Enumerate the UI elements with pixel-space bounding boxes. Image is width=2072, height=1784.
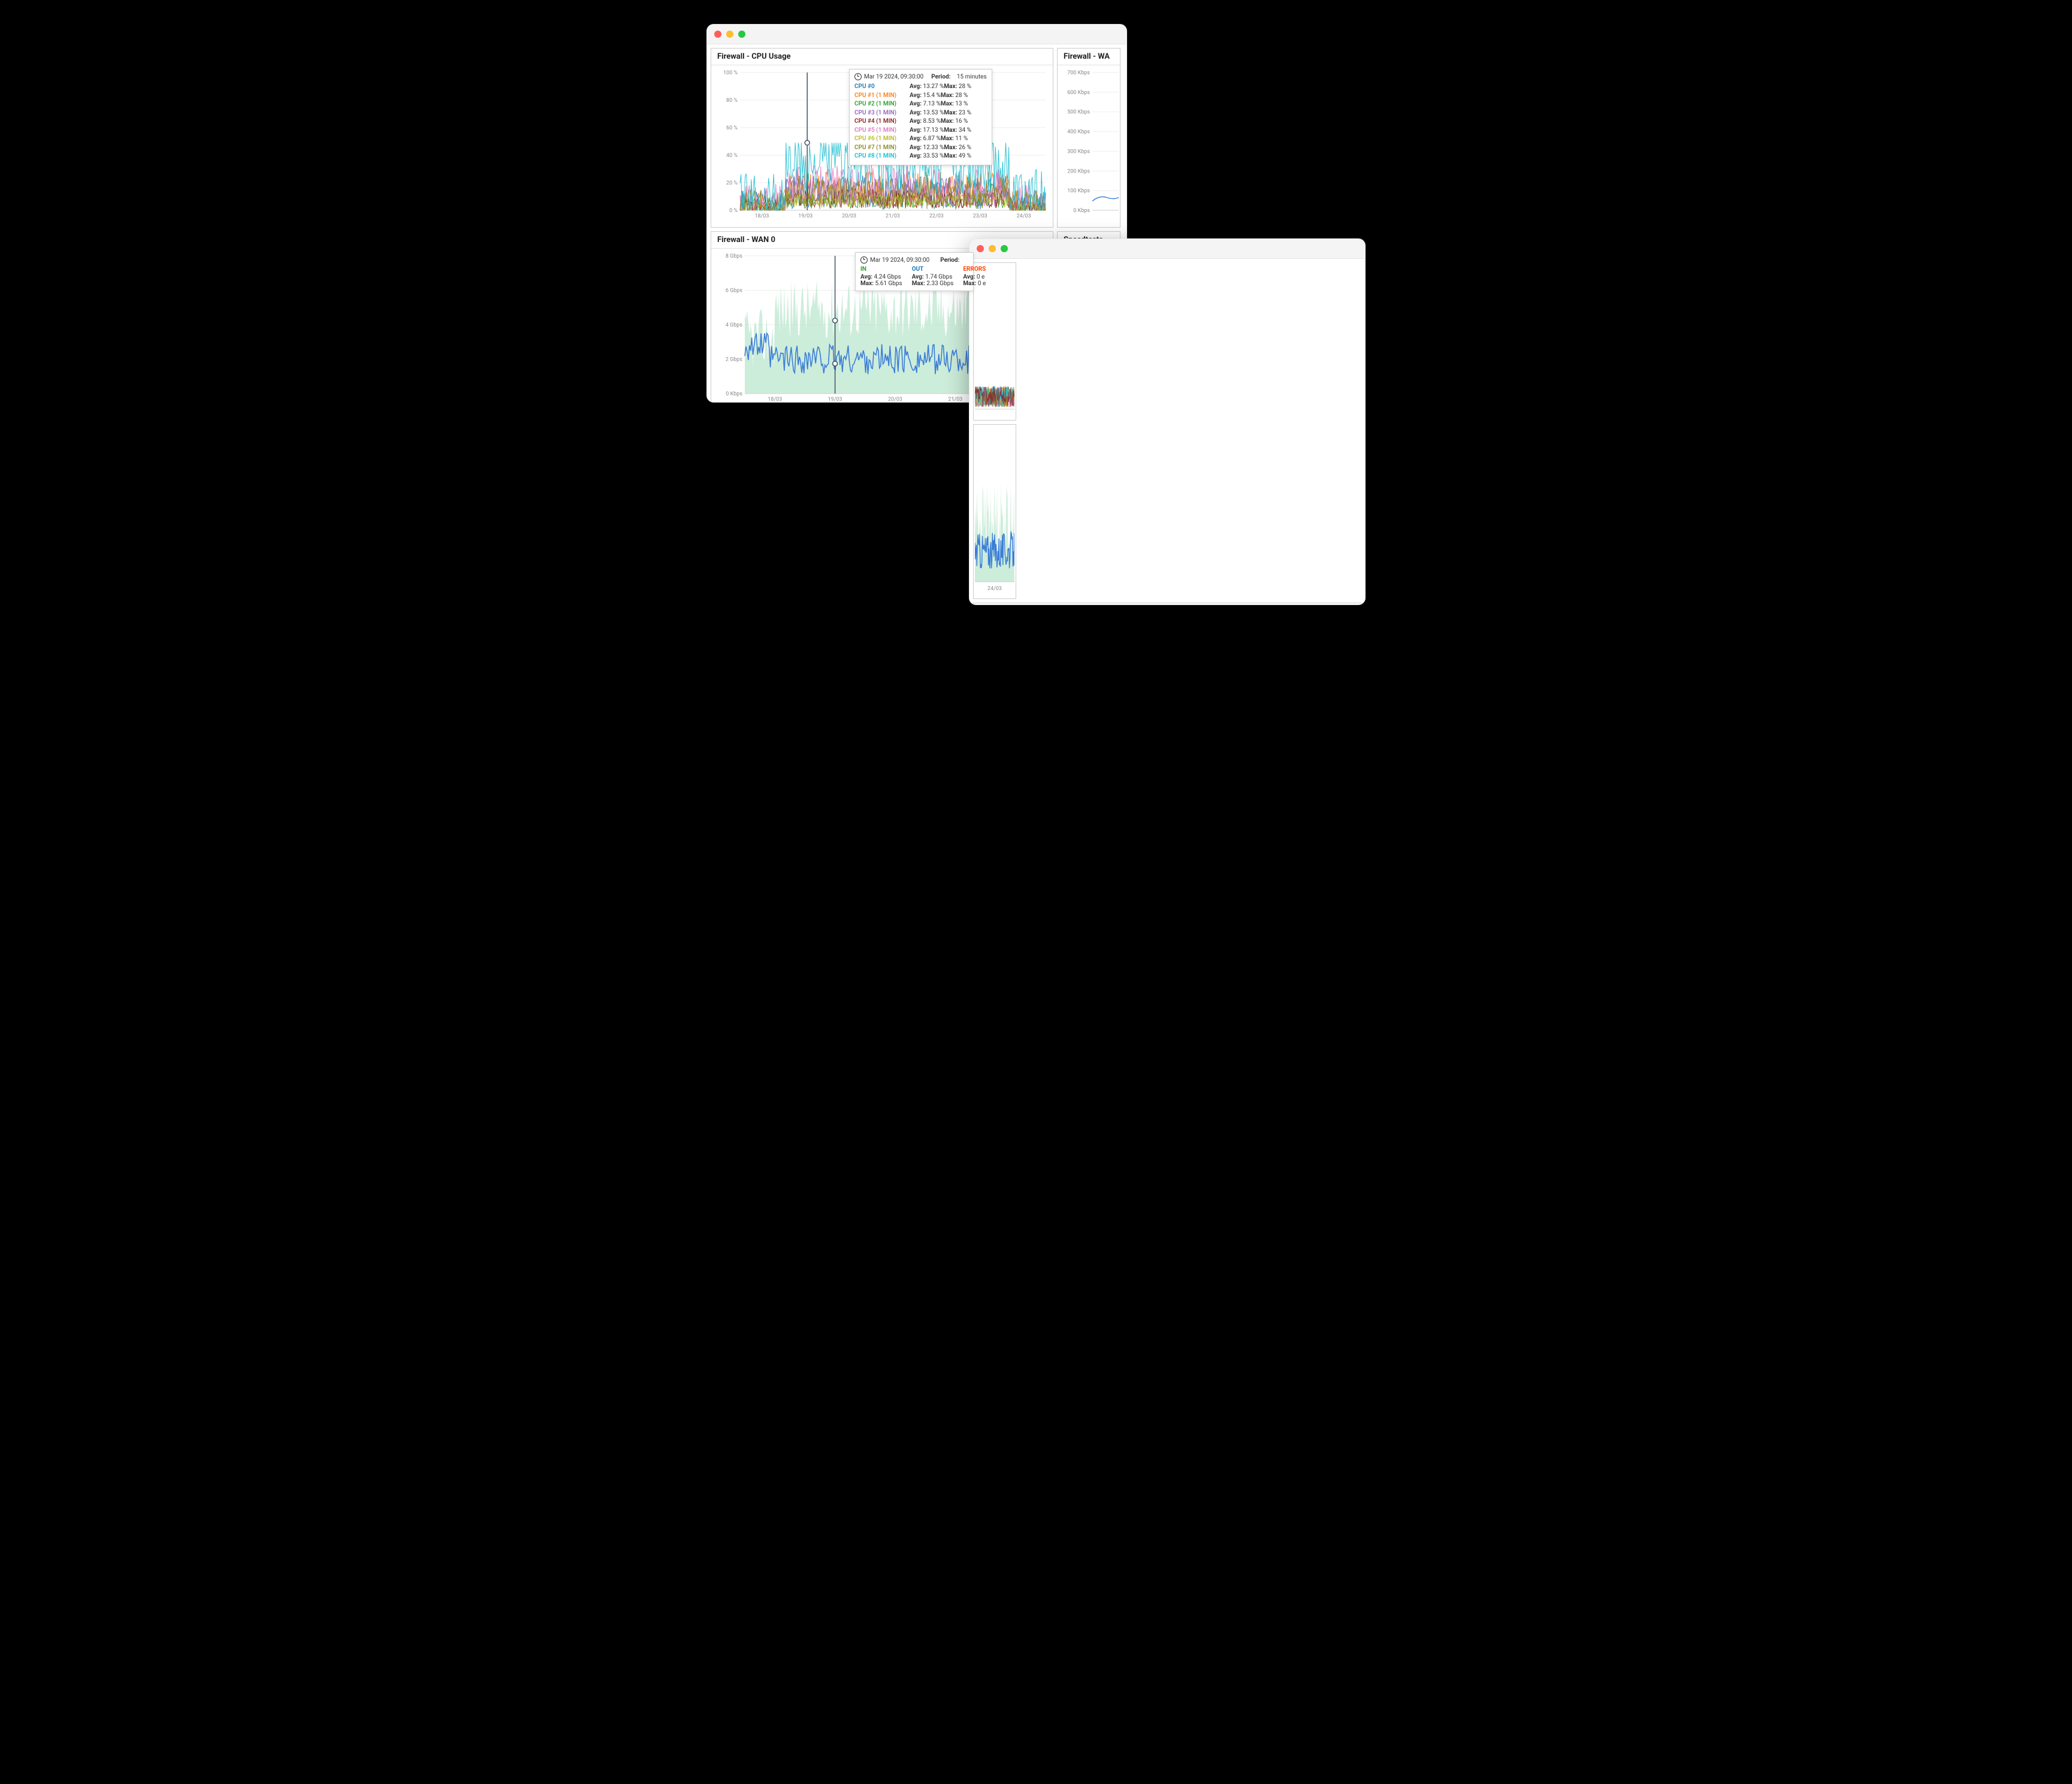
titlebar [707, 25, 1126, 44]
svg-text:18/03: 18/03 [754, 213, 769, 219]
svg-text:0 %: 0 % [729, 208, 738, 214]
svg-text:22/03: 22/03 [929, 213, 944, 219]
panel-wan1: Firewall - WAN 1 0 Kbps100 Kbps200 Kbps3… [973, 603, 1361, 605]
svg-text:4 Gbps: 4 Gbps [726, 322, 743, 328]
tooltip-cpu: Mar 19 2024, 09:30:00 Period: 15 minutes… [849, 69, 992, 165]
svg-text:400 Kbps: 400 Kbps [1067, 129, 1090, 135]
clock-icon [854, 73, 862, 80]
panel-sliver-bottom: 24/03 [973, 424, 1016, 599]
svg-text:500 Kbps: 500 Kbps [1067, 110, 1090, 116]
svg-text:700 Kbps: 700 Kbps [1067, 70, 1090, 76]
svg-text:24/03: 24/03 [987, 586, 1002, 592]
window-front: 24/03 Firewall - WAN 1 0 Kbps100 Kbps200… [969, 238, 1366, 605]
svg-text:21/03: 21/03 [948, 397, 962, 403]
svg-text:23/03: 23/03 [973, 213, 987, 219]
svg-text:2 Gbps: 2 Gbps [726, 357, 743, 363]
svg-text:19/03: 19/03 [828, 397, 842, 403]
minimize-icon[interactable] [726, 31, 733, 38]
close-icon[interactable] [714, 31, 721, 38]
svg-text:6 Gbps: 6 Gbps [726, 288, 743, 294]
svg-text:18/03: 18/03 [768, 397, 782, 403]
svg-text:20/03: 20/03 [842, 213, 856, 219]
panel-title: Firewall - WA [1058, 49, 1120, 65]
svg-text:0 Kbps: 0 Kbps [726, 391, 742, 397]
svg-text:200 Kbps: 200 Kbps [1067, 168, 1090, 174]
svg-text:21/03: 21/03 [886, 213, 900, 219]
panel-title: Firewall - WAN 1 [974, 603, 1361, 605]
chart-side-wan[interactable]: 0 Kbps 100 Kbps 200 Kbps 300 Kbps 400 Kbps 50… [1062, 69, 1120, 221]
panel-cpu-usage: Firewall - CPU Usage 0 % 20 % 40 % 60 % 80 %… [711, 48, 1053, 228]
svg-text:8 Gbps: 8 Gbps [726, 253, 743, 259]
svg-text:60 %: 60 % [726, 125, 738, 131]
maximize-icon[interactable] [738, 31, 745, 38]
svg-text:100 %: 100 % [723, 70, 738, 76]
panel-side-wan: Firewall - WA 0 Kbps 100 Kbps 200 Kbps 300 … [1057, 48, 1120, 228]
clock-icon [860, 256, 868, 264]
panel-title: Firewall - CPU Usage [711, 49, 1053, 65]
svg-text:40 %: 40 % [726, 153, 738, 159]
tooltip-time: Mar 19 2024, 09:30:00 [864, 74, 923, 80]
close-icon[interactable] [977, 245, 984, 252]
svg-text:20/03: 20/03 [888, 397, 902, 403]
maximize-icon[interactable] [1001, 245, 1008, 252]
svg-text:24/03: 24/03 [1017, 213, 1031, 219]
titlebar [969, 239, 1365, 259]
minimize-icon[interactable] [989, 245, 996, 252]
svg-text:0 Kbps: 0 Kbps [1073, 208, 1090, 214]
tooltip-time: Mar 19 2024, 09:30:00 [870, 257, 929, 264]
svg-text:80 %: 80 % [726, 98, 738, 104]
svg-text:600 Kbps: 600 Kbps [1067, 90, 1090, 96]
svg-text:20 %: 20 % [726, 180, 738, 186]
tooltip-wan0: Mar 19 2024, 09:30:00 Period: IN Avg: 4.… [855, 252, 974, 291]
svg-text:19/03: 19/03 [798, 213, 813, 219]
svg-text:100 Kbps: 100 Kbps [1067, 188, 1090, 194]
svg-text:300 Kbps: 300 Kbps [1067, 149, 1090, 155]
chart-sliver: 24/03 [975, 426, 1014, 594]
